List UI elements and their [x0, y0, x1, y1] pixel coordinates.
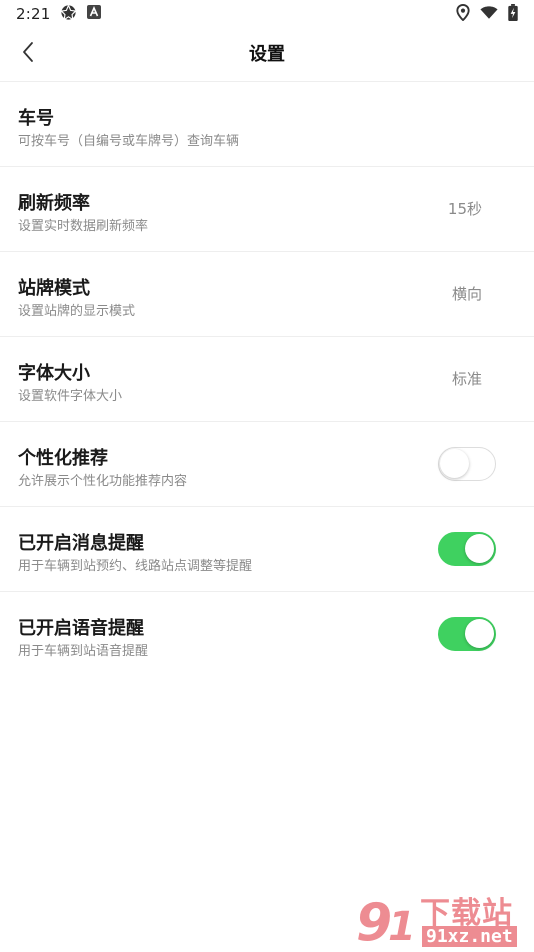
- setting-row-vehicle-number[interactable]: 车号 可按车号（自编号或车牌号）查询车辆: [0, 82, 534, 167]
- setting-subtitle: 可按车号（自编号或车牌号）查询车辆: [18, 134, 240, 149]
- setting-value: 横向: [451, 285, 482, 303]
- status-right: [456, 3, 518, 25]
- wifi-icon: [480, 5, 498, 24]
- setting-value: 标准: [451, 370, 482, 388]
- status-left: 2:21: [16, 4, 102, 25]
- aperture-icon: [60, 4, 77, 25]
- svg-text:1: 1: [388, 904, 416, 948]
- watermark-logo: 9 1 下载站 91xz.net: [354, 888, 530, 952]
- setting-title: 已开启消息提醒: [18, 533, 144, 554]
- setting-title: 站牌模式: [18, 278, 90, 299]
- page-title: 设置: [249, 44, 285, 65]
- message-reminder-toggle[interactable]: [438, 532, 496, 566]
- toggle-knob: [465, 534, 494, 563]
- location-icon: [456, 3, 470, 25]
- setting-subtitle: 设置实时数据刷新频率: [18, 219, 149, 234]
- watermark-domain: 91xz.net: [422, 926, 517, 947]
- app-bar: 设置: [0, 28, 534, 82]
- svg-text:9: 9: [356, 893, 392, 948]
- setting-row-font-size[interactable]: 字体大小 设置软件字体大小 标准: [0, 337, 534, 422]
- setting-row-personalized-recommendation: 个性化推荐 允许展示个性化功能推荐内容: [0, 422, 534, 507]
- chevron-left-icon: [21, 41, 35, 67]
- setting-row-stop-sign-mode[interactable]: 站牌模式 设置站牌的显示模式 横向: [0, 252, 534, 337]
- setting-title: 刷新频率: [18, 193, 90, 214]
- setting-subtitle: 设置软件字体大小: [18, 389, 123, 404]
- setting-title: 已开启语音提醒: [18, 618, 144, 639]
- setting-subtitle: 用于车辆到站语音提醒: [18, 644, 149, 659]
- settings-list: 车号 可按车号（自编号或车牌号）查询车辆 刷新频率 设置实时数据刷新频率 15秒…: [0, 82, 534, 677]
- setting-title: 车号: [18, 108, 54, 129]
- toggle-knob: [440, 449, 469, 478]
- status-bar: 2:21: [0, 0, 534, 28]
- personalized-recommendation-toggle[interactable]: [438, 447, 496, 481]
- back-button[interactable]: [10, 36, 46, 72]
- setting-row-refresh-rate[interactable]: 刷新频率 设置实时数据刷新频率 15秒: [0, 167, 534, 252]
- voice-reminder-toggle[interactable]: [438, 617, 496, 651]
- setting-subtitle: 允许展示个性化功能推荐内容: [18, 474, 188, 489]
- setting-title: 字体大小: [18, 363, 90, 384]
- status-time: 2:21: [16, 5, 51, 23]
- setting-title: 个性化推荐: [18, 448, 108, 469]
- setting-subtitle: 设置站牌的显示模式: [18, 304, 136, 319]
- setting-row-voice-reminder: 已开启语音提醒 用于车辆到站语音提醒: [0, 592, 534, 677]
- setting-row-message-reminder: 已开启消息提醒 用于车辆到站预约、线路站点调整等提醒: [0, 507, 534, 592]
- a-badge-icon: [87, 5, 102, 23]
- setting-subtitle: 用于车辆到站预约、线路站点调整等提醒: [18, 559, 253, 574]
- toggle-knob: [465, 619, 494, 648]
- battery-charging-icon: [508, 3, 518, 25]
- setting-value: 15秒: [447, 200, 482, 218]
